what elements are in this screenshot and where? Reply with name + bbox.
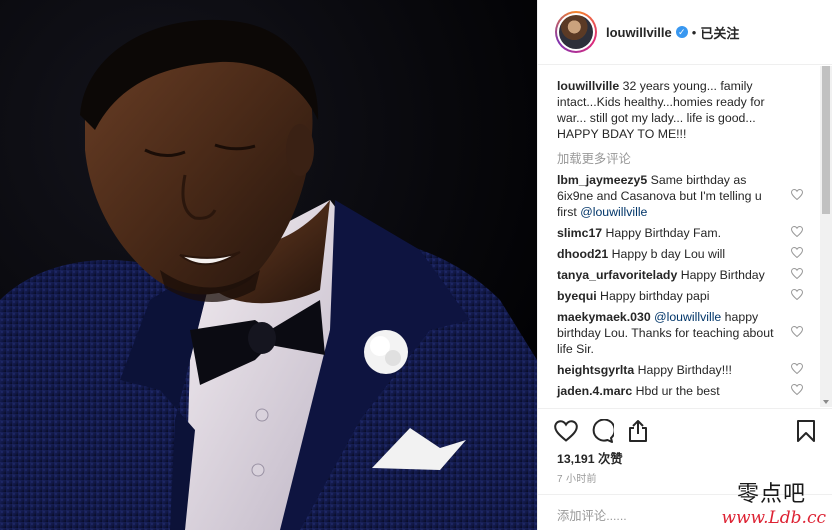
save-button[interactable] xyxy=(792,417,820,445)
comment-text: Happy birthday papi xyxy=(596,289,710,303)
load-more-comments-link[interactable]: 加载更多评论 xyxy=(557,149,821,167)
comment-item: slimc17 Happy Birthday Fam. xyxy=(557,225,809,241)
scrollbar-thumb[interactable] xyxy=(822,66,830,214)
comment-username[interactable]: heightsgyrlta xyxy=(557,363,634,377)
comments-list[interactable]: louwillville 32 years young... family in… xyxy=(538,66,821,407)
comment-like-heart-icon[interactable] xyxy=(790,246,804,262)
comment-bubble-icon xyxy=(592,419,614,443)
caption-username[interactable]: louwillville xyxy=(557,79,619,93)
comment-like-heart-icon[interactable] xyxy=(790,325,804,341)
comment-username[interactable]: dhood21 xyxy=(557,247,608,261)
comment-text: Happy Birthday xyxy=(677,268,765,282)
comments-scrollbar[interactable] xyxy=(820,66,832,407)
comment-text: Happy Birthday Fam. xyxy=(602,226,722,240)
bookmark-icon xyxy=(797,420,815,442)
header-separator: • xyxy=(691,24,697,40)
follow-status-button[interactable]: 已关注 xyxy=(700,23,739,42)
post-caption: louwillville 32 years young... family in… xyxy=(557,78,787,142)
photo-illustration xyxy=(0,0,537,530)
comment-item: byequi Happy birthday papi xyxy=(557,288,809,304)
comment-mention[interactable]: @louwillville xyxy=(654,310,721,324)
add-comment-input[interactable]: 添加评论...... xyxy=(538,494,832,530)
share-button[interactable] xyxy=(624,417,652,445)
comment-text: Hbd ur the best xyxy=(632,384,720,398)
comment-item: heightsgyrlta Happy Birthday!!! xyxy=(557,362,809,378)
comment-mention[interactable]: @louwillville xyxy=(580,205,647,219)
post-header: louwillville ✓ • 已关注 xyxy=(538,0,832,65)
comment-like-heart-icon[interactable] xyxy=(790,362,804,378)
comment-item: lbm_jaymeezy5 Same birthday as 6ix9ne an… xyxy=(557,172,809,220)
verified-badge-icon: ✓ xyxy=(675,26,688,38)
post-details-panel: louwillville ✓ • 已关注 louwillville 32 yea… xyxy=(537,0,832,530)
comment-username[interactable]: byequi xyxy=(557,289,597,303)
post-actions-section: 13,191 次赞 7 小时前 添加评论...... xyxy=(538,408,832,530)
comment-like-heart-icon[interactable] xyxy=(790,267,804,283)
comment-username[interactable]: jaden.4.marc xyxy=(557,384,632,398)
likes-count[interactable]: 13,191 次赞 xyxy=(557,449,623,467)
comment-username[interactable]: tanya_urfavoritelady xyxy=(557,268,677,282)
comment-like-heart-icon[interactable] xyxy=(790,188,804,204)
avatar[interactable] xyxy=(555,11,597,53)
comment-item: tanya_urfavoritelady Happy Birthday xyxy=(557,267,809,283)
comment-button[interactable] xyxy=(588,417,616,445)
comment-text: Happy b day Lou will xyxy=(608,247,726,261)
comment-username[interactable]: maekymaek.030 xyxy=(557,310,651,324)
avatar-image xyxy=(559,15,593,49)
comment-username[interactable]: slimc17 xyxy=(557,226,602,240)
comment-item: jaden.4.marc Hbd ur the best xyxy=(557,383,809,399)
comment-like-heart-icon[interactable] xyxy=(790,383,804,399)
comment-like-heart-icon[interactable] xyxy=(790,225,804,241)
post-timestamp[interactable]: 7 小时前 xyxy=(557,470,597,485)
share-icon xyxy=(629,420,647,442)
action-buttons-row xyxy=(552,417,822,445)
scroll-down-arrow-icon[interactable] xyxy=(823,400,829,404)
comment-item: maekymaek.030 @louwillville happy birthd… xyxy=(557,309,809,357)
post-username[interactable]: louwillville xyxy=(606,25,672,40)
heart-icon xyxy=(554,420,578,442)
comment-text: Happy Birthday!!! xyxy=(634,363,732,377)
post-photo[interactable] xyxy=(0,0,537,530)
like-button[interactable] xyxy=(552,417,580,445)
comment-like-heart-icon[interactable] xyxy=(790,288,804,304)
comment-username[interactable]: lbm_jaymeezy5 xyxy=(557,173,647,187)
comment-item: dhood21 Happy b day Lou will xyxy=(557,246,809,262)
